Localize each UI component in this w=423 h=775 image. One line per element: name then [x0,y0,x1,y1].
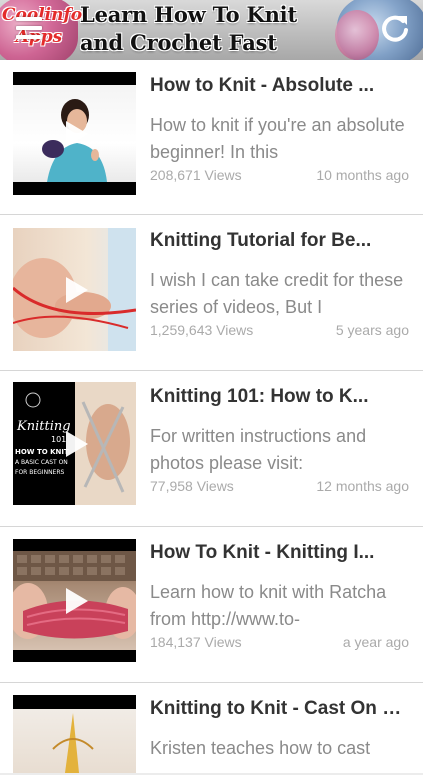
video-description: Learn how to knit with Ratcha from http:… [150,582,387,629]
video-list-item[interactable]: How to Knit - Absolute ... How to knit i… [0,60,423,215]
video-list-item[interactable]: Knitting Tutorial for Be... I wish I can… [0,215,423,371]
cast-on-image [52,713,94,773]
video-age: 12 months ago [316,478,409,494]
refresh-icon [382,15,408,42]
svg-text:A BASIC CAST ON: A BASIC CAST ON [15,459,68,466]
video-description: I wish I can take credit for these serie… [150,270,404,317]
video-list-item[interactable]: Knitting to Knit - Cast On B... Kristen … [0,683,423,773]
video-thumbnail[interactable] [13,228,136,351]
video-title[interactable]: Knitting to Knit - Cast On B... [150,697,408,721]
video-description: Kristen teaches how to cast [150,738,371,758]
play-icon [65,430,88,457]
video-description: How to knit if you're an absolute beginn… [150,115,405,162]
video-list-item[interactable]: Knitting 101 HOW TO KNIT A BASIC CAST ON… [0,371,423,527]
menu-button[interactable] [16,17,42,39]
video-views: 184,137 Views [150,634,242,650]
svg-text:HOW TO KNIT: HOW TO KNIT [15,448,69,456]
video-age: 5 years ago [335,322,409,338]
menu-icon [16,17,42,21]
video-age: 10 months ago [316,167,409,183]
video-views: 208,671 Views [150,167,242,183]
video-age: a year ago [342,634,409,650]
video-title[interactable]: How To Knit - Knitting I... [150,541,408,565]
play-icon [65,120,88,147]
yarn-ball-decoration [335,10,379,60]
video-views: 1,259,643 Views [150,322,254,338]
refresh-button[interactable] [379,12,411,44]
video-list-item[interactable]: How To Knit - Knitting I... Learn how to… [0,527,423,683]
video-title[interactable]: How to Knit - Absolute ... [150,74,408,98]
video-views: 77,958 Views [150,478,234,494]
video-list: How to Knit - Absolute ... How to knit i… [0,60,423,773]
video-title[interactable]: Knitting Tutorial for Be... [150,229,408,253]
svg-text:Knitting: Knitting [16,419,71,434]
video-title[interactable]: Knitting 101: How to K... [150,385,408,409]
video-thumbnail[interactable]: Knitting 101 HOW TO KNIT A BASIC CAST ON… [13,382,136,505]
video-thumbnail[interactable] [13,695,136,773]
video-description: For written instructions and photos plea… [150,426,367,473]
video-thumbnail[interactable] [13,539,136,662]
svg-text:FOR BEGINNERS: FOR BEGINNERS [15,469,65,476]
page-title: Learn How To Knit and Crochet Fast [80,2,297,55]
svg-text:101: 101 [51,435,66,444]
app-header: Coolinfo Apps Learn How To Knit and Croc… [0,0,423,60]
video-thumbnail[interactable] [13,72,136,195]
play-icon [65,587,88,614]
play-icon [65,276,88,303]
